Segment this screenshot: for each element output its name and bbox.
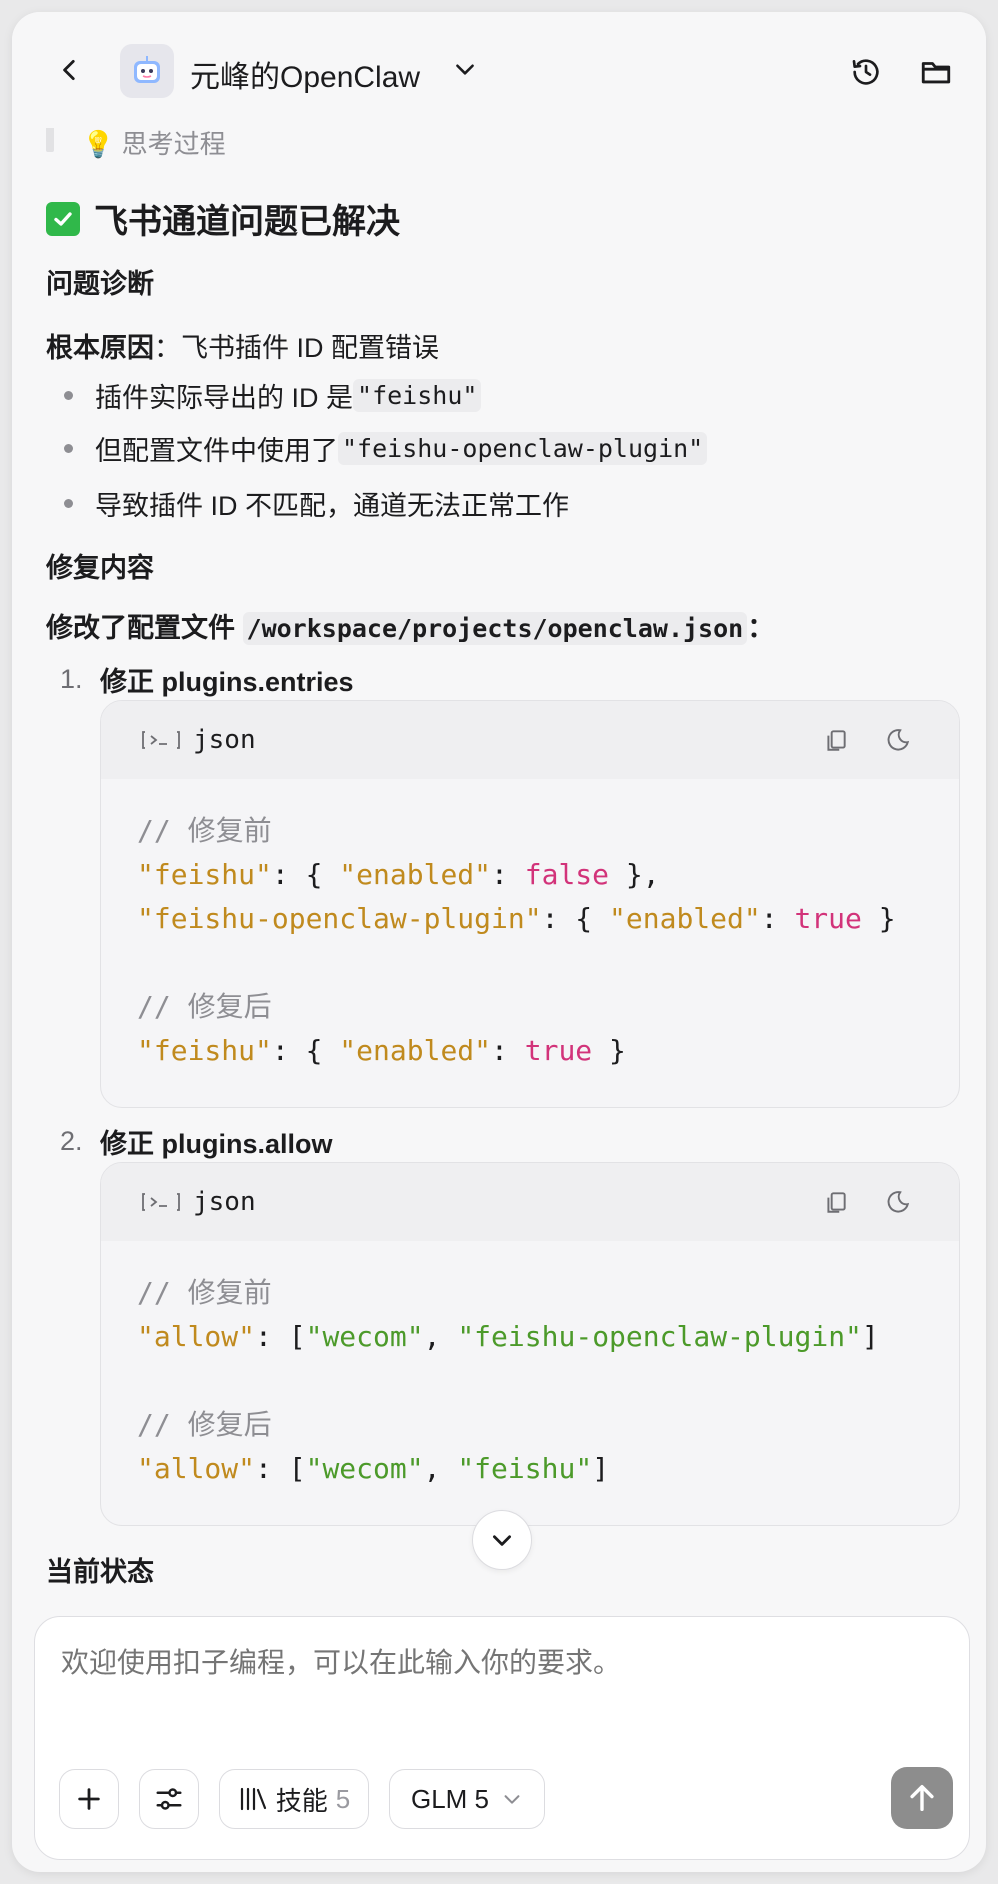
lightbulb-icon: 💡: [82, 129, 122, 159]
skills-count: 5: [335, 1783, 351, 1814]
title-dropdown[interactable]: [452, 56, 478, 87]
code-block-allow: json // 修复前 "allow": ["wecom", "feishu-o…: [100, 1162, 960, 1526]
top-bar: 元峰的OpenClaw: [12, 12, 986, 128]
code-language: json: [193, 1187, 256, 1217]
bullet-dot: [64, 444, 73, 453]
arrow-up-icon: [910, 1784, 934, 1812]
chevron-down-icon: [493, 1535, 511, 1546]
code-language: json: [193, 725, 256, 755]
code-block-header: json: [101, 1163, 959, 1241]
code-content: // 修复前 "feishu": { "enabled": false }, "…: [137, 814, 896, 1067]
skills-button[interactable]: 技能 5: [219, 1769, 369, 1829]
moon-icon: [887, 1191, 910, 1213]
chevron-left-icon: [63, 59, 75, 81]
chevron-down-icon: [456, 64, 474, 75]
inline-code: /workspace/projects/openclaw.json: [242, 612, 748, 645]
theme-toggle-button[interactable]: [881, 1185, 915, 1219]
root-cause-text: ：飞书插件 ID 配置错误: [154, 333, 440, 363]
list-item: 插件实际导出的 ID 是 "feishu": [64, 376, 482, 415]
model-label: GLM 5: [410, 1783, 490, 1814]
send-button[interactable]: [891, 1767, 953, 1829]
theme-toggle-button[interactable]: [881, 723, 915, 757]
model-selector[interactable]: GLM 5: [389, 1769, 545, 1829]
sliders-icon: [156, 1788, 182, 1810]
history-button[interactable]: [846, 52, 886, 92]
root-cause-line: 根本原因：飞书插件 ID 配置错误: [46, 326, 439, 365]
robot-icon: [134, 56, 160, 83]
terminal-icon: [142, 731, 180, 749]
chat-content[interactable]: 💡 思考过程 飞书通道问题已解决 问题诊断 根本原因：飞书插件 ID 配置错误 …: [12, 112, 986, 1612]
folder-icon: [921, 62, 951, 84]
root-cause-label: 根本原因: [46, 333, 154, 363]
list-item: 但配置文件中使用了 "feishu-openclaw-plugin": [64, 429, 708, 468]
copy-button[interactable]: [819, 1185, 853, 1219]
fix-heading: 修复内容: [46, 553, 154, 583]
library-icon: [240, 1787, 266, 1811]
code-content: // 修复前 "allow": ["wecom", "feishu-opencl…: [137, 1276, 879, 1485]
code-block-header: json: [101, 701, 959, 779]
settings-button[interactable]: [139, 1769, 199, 1829]
folder-button[interactable]: [916, 52, 956, 92]
copy-icon: [827, 730, 846, 751]
diagnosis-heading: 问题诊断: [46, 269, 154, 299]
inline-code: "feishu-openclaw-plugin": [338, 432, 708, 465]
heading-text: 飞书通道问题已解决: [94, 203, 400, 241]
bullet-dot: [64, 391, 73, 400]
check-mark-icon: [46, 201, 80, 236]
app-window: 元峰的OpenClaw 💡 思考过程 飞书通道问题已解决 问题诊断 根本原因：飞…: [12, 12, 986, 1872]
list-item-step-1: 1. 修正 plugins.entries: [60, 664, 354, 697]
inline-code: "feishu": [353, 379, 482, 412]
scroll-down-button[interactable]: [472, 1510, 532, 1570]
copy-button[interactable]: [819, 723, 853, 757]
skills-label: 技能: [275, 1785, 328, 1816]
copy-icon: [827, 1192, 846, 1213]
add-button[interactable]: [59, 1769, 119, 1829]
status-heading: 当前状态: [46, 1557, 154, 1587]
chevron-down-icon: [504, 1795, 520, 1804]
terminal-icon: [142, 1193, 180, 1211]
message-heading: 飞书通道问题已解决: [46, 194, 400, 243]
back-button[interactable]: [52, 52, 88, 88]
moon-icon: [887, 729, 910, 751]
list-item: 导致插件 ID 不匹配，通道无法正常工作: [64, 484, 569, 523]
message-input[interactable]: [61, 1647, 941, 1679]
thinking-toggle[interactable]: 💡 思考过程: [82, 124, 226, 161]
composer: 技能 5 GLM 5: [34, 1616, 970, 1860]
fix-intro: 修改了配置文件 /workspace/projects/openclaw.jso…: [46, 612, 775, 645]
plus-icon: [78, 1788, 100, 1810]
code-block-entries: json // 修复前 "feishu": { "enabled": false…: [100, 700, 960, 1108]
app-title[interactable]: 元峰的OpenClaw: [190, 52, 420, 96]
app-avatar: [120, 44, 174, 98]
history-icon: [852, 59, 879, 85]
list-item-step-2: 2. 修正 plugins.allow: [60, 1126, 333, 1159]
bullet-dot: [64, 499, 73, 508]
